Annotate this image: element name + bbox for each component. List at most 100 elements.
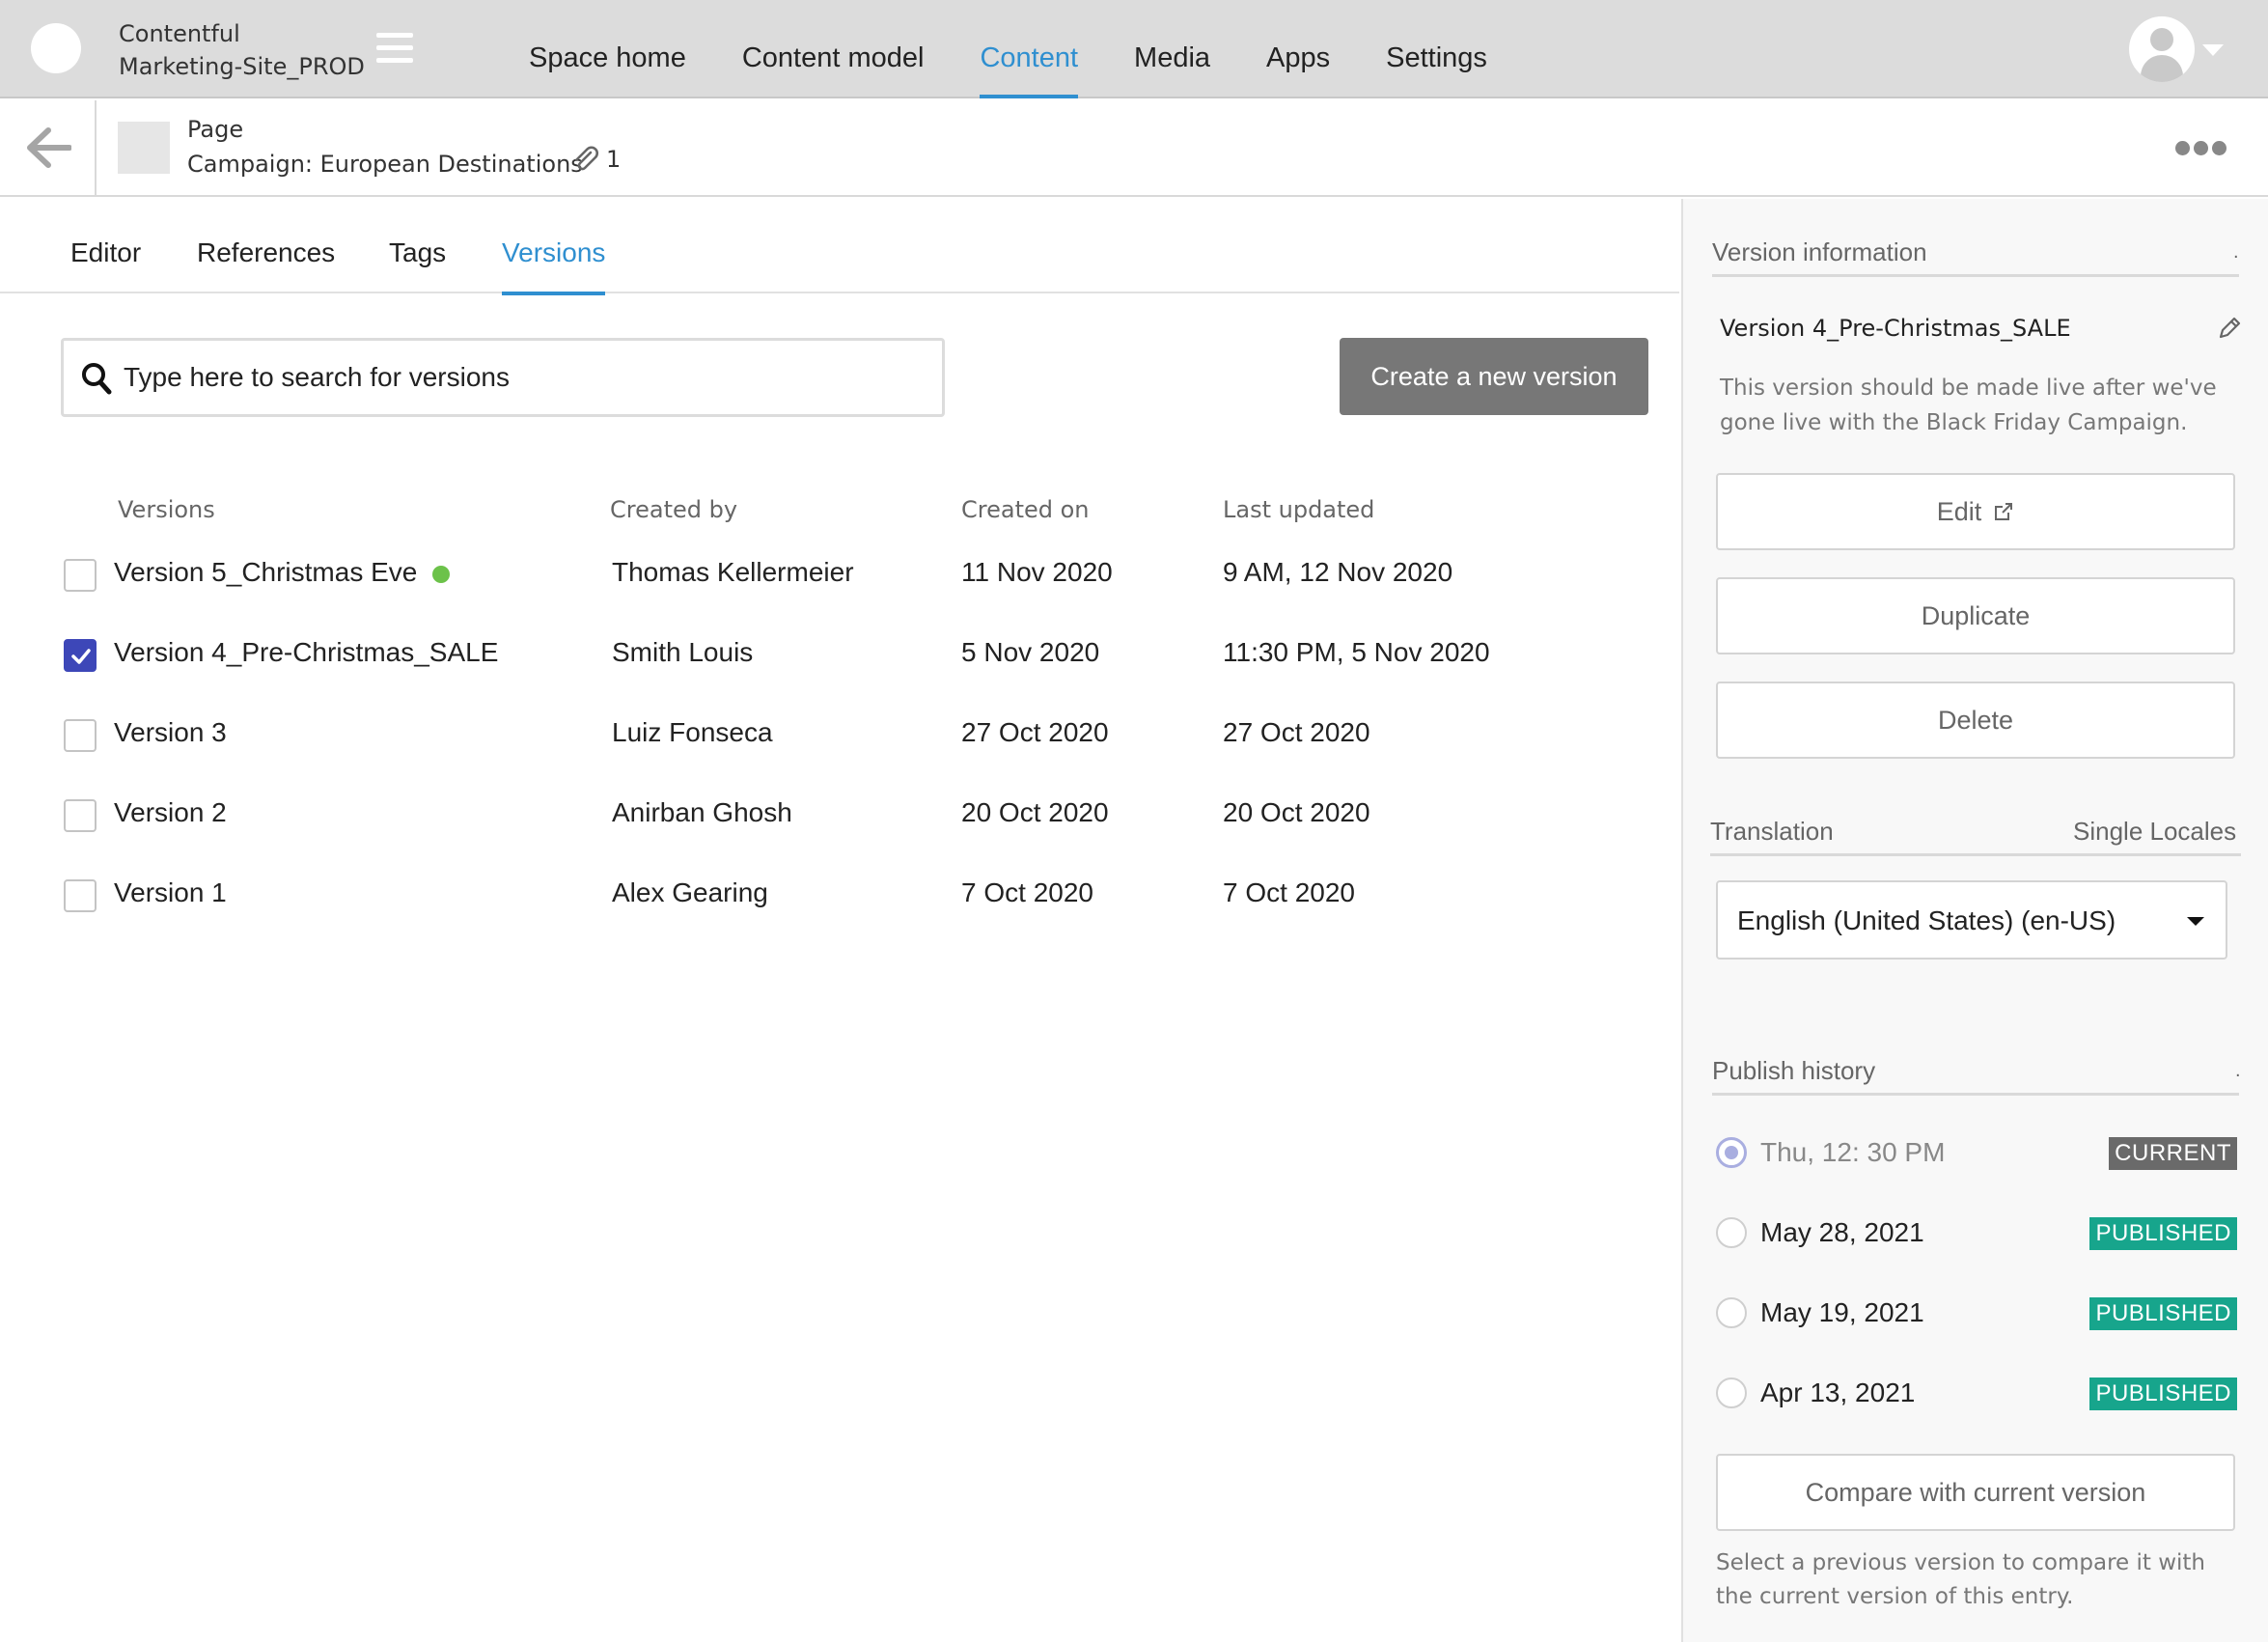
main-nav: Space home Content model Content Media A… (529, 0, 1543, 98)
last-updated: 27 Oct 2020 (1223, 717, 1370, 747)
version-description: This version should be made live after w… (1720, 376, 2217, 435)
entry-title: Campaign: European Destinations (187, 151, 583, 178)
version-name-text: Version 5_Christmas Eve (114, 557, 418, 587)
created-by: Smith Louis (612, 637, 754, 667)
history-item[interactable]: May 28, 2021 PUBLISHED (1716, 1208, 2237, 1256)
search-icon (82, 363, 112, 395)
space-name: Marketing-Site_PROD (119, 53, 365, 80)
back-button[interactable] (0, 100, 97, 197)
last-updated: 20 Oct 2020 (1223, 797, 1370, 827)
row-checkbox[interactable] (64, 879, 97, 912)
delete-button[interactable]: Delete (1716, 682, 2235, 759)
column-header-created-by: Created by (610, 496, 738, 523)
version-name: Version 3 (114, 717, 227, 747)
version-name: Version 5_Christmas Eve (114, 557, 451, 588)
divider (1712, 1093, 2239, 1096)
entry-content-type: Page (187, 116, 244, 143)
menu-icon[interactable] (376, 33, 413, 64)
column-header-last-updated: Last updated (1223, 496, 1375, 523)
last-updated: 11:30 PM, 5 Nov 2020 (1223, 637, 1490, 667)
chevron-down-icon[interactable] (2202, 44, 2224, 56)
translation-mode[interactable]: Single Locales (2073, 817, 2236, 847)
org-name: Contentful (119, 20, 240, 47)
version-name: Version 2 (114, 797, 227, 827)
history-date: Apr 13, 2021 (1760, 1378, 1916, 1407)
version-name: Version 1 (114, 877, 227, 907)
created-on: 11 Nov 2020 (961, 557, 1113, 587)
user-avatar-icon[interactable] (2129, 16, 2195, 82)
entry-thumbnail (118, 122, 170, 174)
table-row[interactable]: Version 1 Alex Gearing 7 Oct 2020 7 Oct … (0, 868, 1679, 926)
compare-button[interactable]: Compare with current version (1716, 1454, 2235, 1531)
column-header-created-on: Created on (961, 496, 1090, 523)
nav-space-home[interactable]: Space home (529, 0, 686, 98)
selected-version-name: Version 4_Pre-Christmas_SALE (1720, 315, 2071, 342)
last-updated: 7 Oct 2020 (1223, 877, 1355, 907)
entry-header: Page Campaign: European Destinations 1 (0, 100, 2268, 197)
status-badge: CURRENT (2109, 1137, 2237, 1170)
nav-settings[interactable]: Settings (1386, 0, 1487, 98)
live-status-dot-icon (432, 565, 451, 583)
divider (1710, 853, 2241, 856)
edit-button[interactable]: Edit (1716, 473, 2235, 550)
create-version-button[interactable]: Create a new version (1340, 338, 1648, 415)
created-by: Anirban Ghosh (612, 797, 792, 827)
attachments-indicator[interactable]: 1 (571, 145, 621, 174)
created-by: Alex Gearing (612, 877, 768, 907)
locale-selected-value: English (United States) (en-US) (1737, 905, 2116, 935)
version-info-title: Version information (1712, 237, 1927, 266)
tab-editor[interactable]: Editor (70, 199, 141, 293)
caret-down-icon (2187, 917, 2204, 926)
created-by: Luiz Fonseca (612, 717, 773, 747)
tab-tags[interactable]: Tags (389, 199, 446, 293)
version-name: Version 4_Pre-Christmas_SALE (114, 637, 499, 667)
section-dot: . (2235, 1060, 2241, 1081)
top-navigation-bar: Contentful Marketing-Site_PROD Space hom… (0, 0, 2268, 98)
edit-button-label: Edit (1936, 496, 1982, 526)
status-badge: PUBLISHED (2089, 1217, 2237, 1250)
history-date: May 28, 2021 (1760, 1217, 1924, 1247)
table-row[interactable]: Version 5_Christmas Eve Thomas Kellermei… (0, 547, 1679, 605)
history-radio[interactable] (1716, 1297, 1747, 1328)
history-radio[interactable] (1716, 1378, 1747, 1408)
created-on: 20 Oct 2020 (961, 797, 1109, 827)
table-row[interactable]: Version 4_Pre-Christmas_SALE Smith Louis… (0, 627, 1679, 685)
locale-select[interactable]: English (United States) (en-US) (1716, 880, 2227, 960)
divider (1712, 274, 2239, 277)
history-radio[interactable] (1716, 1217, 1747, 1248)
more-options-icon[interactable] (2175, 141, 2230, 155)
history-date: Thu, 12: 30 PM (1760, 1137, 1946, 1167)
search-input[interactable] (124, 341, 934, 414)
nav-apps[interactable]: Apps (1266, 0, 1330, 98)
row-checkbox[interactable] (64, 639, 97, 672)
nav-content[interactable]: Content (980, 0, 1078, 98)
arrow-left-icon (27, 127, 71, 168)
space-switcher[interactable]: Contentful Marketing-Site_PROD (119, 17, 365, 83)
row-checkbox[interactable] (64, 559, 97, 592)
history-radio[interactable] (1716, 1137, 1747, 1168)
history-item[interactable]: Apr 13, 2021 PUBLISHED (1716, 1368, 2237, 1416)
checkmark-icon (71, 649, 91, 664)
history-date: May 19, 2021 (1760, 1297, 1924, 1327)
created-on: 27 Oct 2020 (961, 717, 1109, 747)
status-badge: PUBLISHED (2089, 1378, 2237, 1410)
row-checkbox[interactable] (64, 799, 97, 832)
section-dot: . (2233, 241, 2239, 263)
created-by: Thomas Kellermeier (612, 557, 854, 587)
space-logo-icon[interactable] (31, 23, 81, 73)
nav-media[interactable]: Media (1134, 0, 1210, 98)
compare-help-text: Select a previous version to compare it … (1716, 1550, 2206, 1609)
history-item[interactable]: May 19, 2021 PUBLISHED (1716, 1288, 2237, 1336)
table-row[interactable]: Version 2 Anirban Ghosh 20 Oct 2020 20 O… (0, 788, 1679, 846)
duplicate-button[interactable]: Duplicate (1716, 577, 2235, 654)
row-checkbox[interactable] (64, 719, 97, 752)
pencil-icon[interactable] (2216, 315, 2243, 342)
created-on: 5 Nov 2020 (961, 637, 1100, 667)
table-row[interactable]: Version 3 Luiz Fonseca 27 Oct 2020 27 Oc… (0, 708, 1679, 765)
tab-versions[interactable]: Versions (502, 199, 606, 295)
tab-references[interactable]: References (197, 199, 335, 293)
history-item[interactable]: Thu, 12: 30 PM CURRENT (1716, 1127, 2237, 1176)
nav-content-model[interactable]: Content model (742, 0, 925, 98)
paperclip-icon (575, 146, 598, 171)
entry-tabs: Editor References Tags Versions (0, 199, 1679, 295)
